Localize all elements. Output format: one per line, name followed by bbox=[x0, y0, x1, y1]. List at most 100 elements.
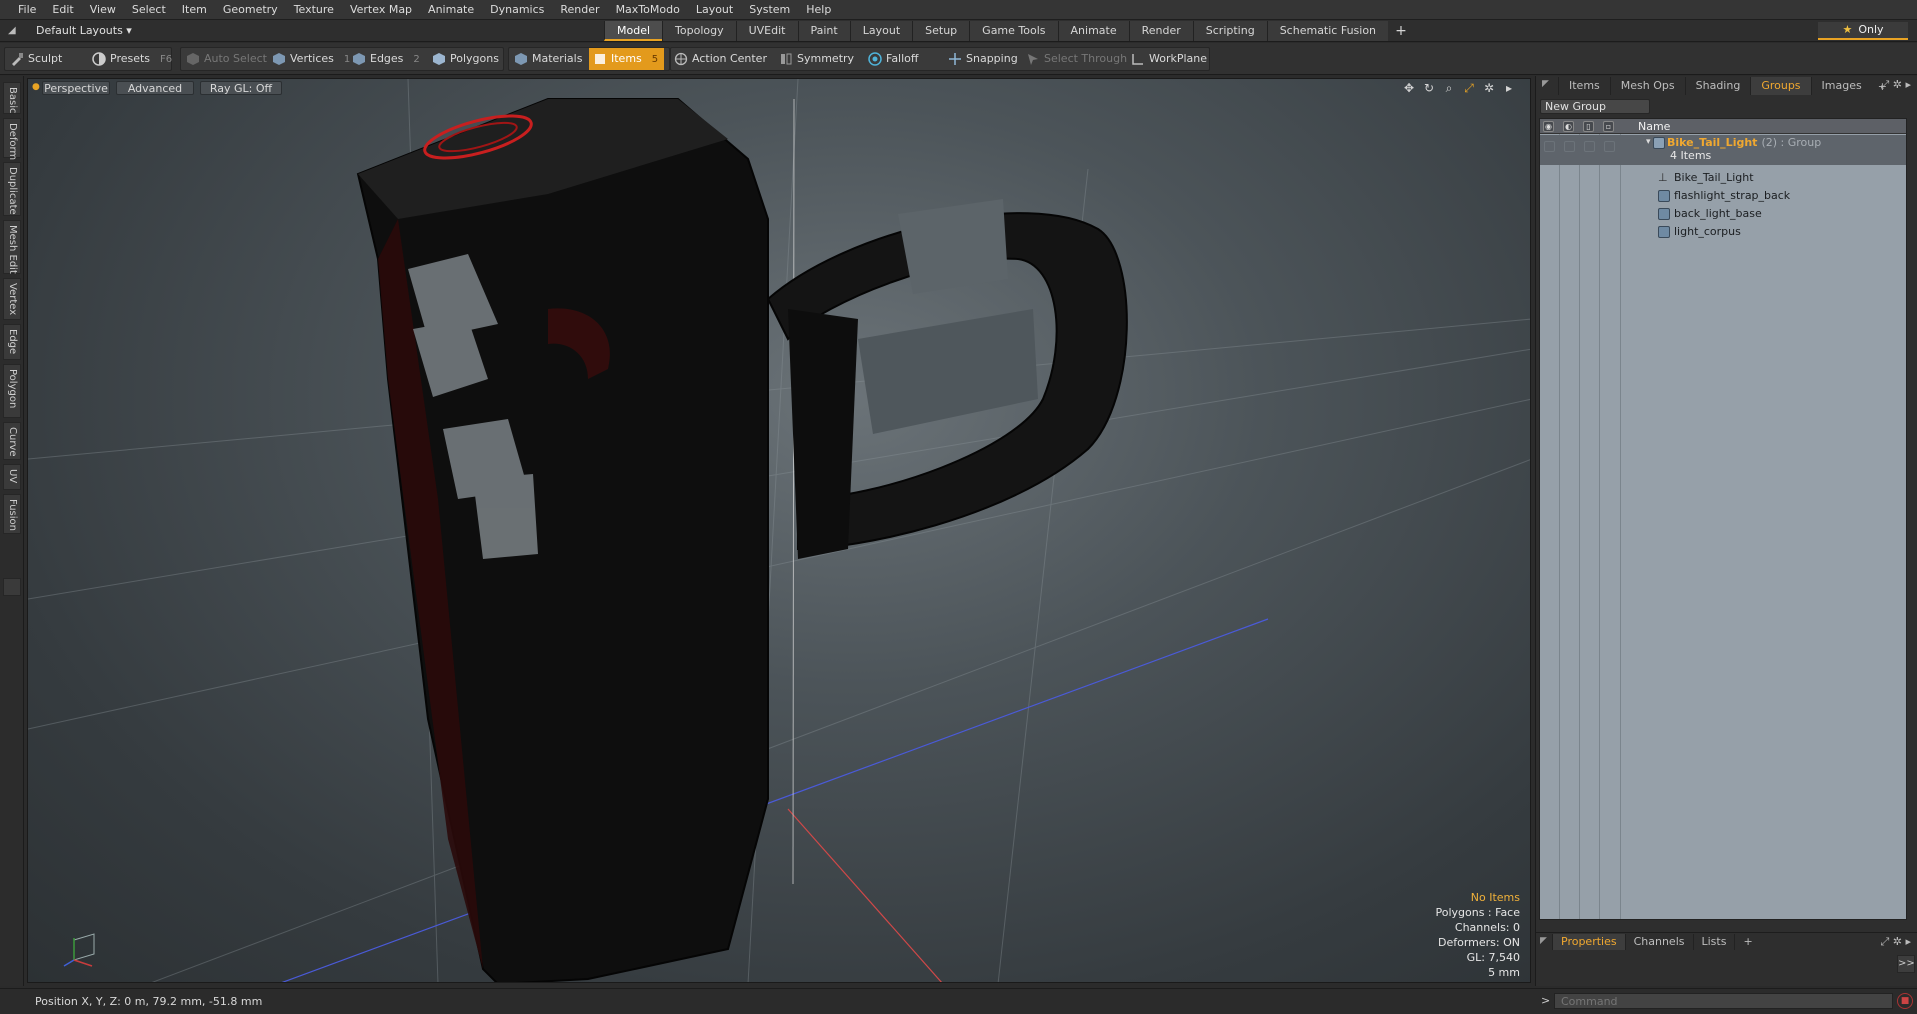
command-stop-icon[interactable]: ■ bbox=[1897, 993, 1913, 1009]
tab-schematic-fusion[interactable]: Schematic Fusion bbox=[1266, 21, 1389, 41]
left-tab-curve[interactable]: Curve bbox=[3, 422, 21, 460]
left-tab-mesh-edit[interactable]: Mesh Edit bbox=[3, 220, 21, 274]
panel-options-icon[interactable]: ⤢ ✲ ▸ bbox=[1880, 78, 1911, 92]
workplane-button[interactable]: WorkPlane bbox=[1127, 48, 1207, 70]
menu-texture[interactable]: Texture bbox=[286, 0, 342, 20]
tab-lists[interactable]: Lists bbox=[1692, 933, 1735, 950]
snapping-button[interactable]: Snapping bbox=[944, 48, 1018, 70]
polygons-button[interactable]: Polygons bbox=[428, 48, 499, 70]
tab-layout[interactable]: Layout bbox=[849, 21, 913, 41]
view-mode-dropdown[interactable]: Perspective bbox=[42, 81, 110, 95]
items-button[interactable]: Items 5 bbox=[589, 48, 664, 70]
left-tab-vertex[interactable]: Vertex bbox=[3, 278, 21, 320]
left-palette-toggle[interactable] bbox=[3, 578, 21, 596]
render-column-icon[interactable]: ◐ bbox=[1563, 121, 1574, 132]
left-tab-basic[interactable]: Basic bbox=[3, 82, 21, 114]
new-group-button[interactable]: New Group bbox=[1540, 99, 1650, 114]
command-input[interactable] bbox=[1554, 993, 1893, 1009]
menu-animate[interactable]: Animate bbox=[420, 0, 482, 20]
tab-channels[interactable]: Channels bbox=[1624, 933, 1693, 950]
only-toggle[interactable]: ★ Only bbox=[1818, 22, 1908, 40]
tab-model[interactable]: Model bbox=[604, 21, 663, 41]
menu-layout[interactable]: Layout bbox=[688, 0, 741, 20]
tab-topology[interactable]: Topology bbox=[662, 21, 736, 41]
add-properties-tab-button[interactable]: + bbox=[1734, 933, 1760, 950]
add-tab-button[interactable]: + bbox=[1388, 21, 1414, 41]
rotate-icon[interactable]: ↻ bbox=[1422, 81, 1436, 95]
position-readout: Position X, Y, Z: 0 m, 79.2 mm, -51.8 mm bbox=[35, 995, 263, 1008]
left-tab-deform[interactable]: Deform bbox=[3, 118, 21, 160]
menu-maxtomodo[interactable]: MaxToModo bbox=[608, 0, 688, 20]
layout-menu-icon[interactable]: ◢ bbox=[8, 25, 20, 37]
properties-menu-icon[interactable]: ◤ bbox=[1540, 936, 1547, 946]
tab-render[interactable]: Render bbox=[1128, 21, 1193, 41]
group-visibility-toggle[interactable] bbox=[1544, 141, 1555, 152]
tab-paint[interactable]: Paint bbox=[797, 21, 850, 41]
tree-row-locator[interactable]: ⊥ Bike_Tail_Light bbox=[1540, 169, 1906, 187]
zoom-icon[interactable]: ⌕ bbox=[1442, 81, 1456, 95]
symmetry-button[interactable]: Symmetry bbox=[775, 48, 854, 70]
tab-mesh-ops[interactable]: Mesh Ops bbox=[1609, 77, 1685, 95]
group-lock-toggle[interactable] bbox=[1584, 141, 1595, 152]
shading-mode-dropdown[interactable]: Advanced bbox=[116, 81, 194, 95]
tree-row-mesh[interactable]: back_light_base bbox=[1540, 205, 1906, 223]
group-row-bike-tail-light[interactable]: ▾ Bike_Tail_Light (2) : Group 4 Items bbox=[1540, 135, 1906, 165]
tree-row-mesh[interactable]: light_corpus bbox=[1540, 223, 1906, 241]
menu-system[interactable]: System bbox=[741, 0, 798, 20]
viewport-expand-icon[interactable]: ▸ bbox=[1502, 81, 1516, 95]
menu-vertex-map[interactable]: Vertex Map bbox=[342, 0, 420, 20]
select-through-button[interactable]: Select Through bbox=[1022, 48, 1127, 70]
name-column-header[interactable]: Name bbox=[1638, 120, 1670, 133]
left-tab-fusion[interactable]: Fusion bbox=[3, 494, 21, 534]
left-tab-polygon[interactable]: Polygon bbox=[3, 364, 21, 418]
menu-edit[interactable]: Edit bbox=[44, 0, 81, 20]
tab-properties[interactable]: Properties bbox=[1552, 933, 1625, 950]
materials-button[interactable]: Materials bbox=[510, 48, 582, 70]
auto-select-button[interactable]: Auto Select bbox=[182, 48, 267, 70]
lock-column-icon[interactable]: ▯ bbox=[1583, 121, 1594, 132]
group-select-toggle[interactable] bbox=[1604, 141, 1615, 152]
vertices-button[interactable]: Vertices 1 bbox=[268, 48, 350, 70]
tab-shading[interactable]: Shading bbox=[1684, 77, 1751, 95]
menu-select[interactable]: Select bbox=[124, 0, 174, 20]
layout-selector[interactable]: Default Layouts ▾ bbox=[36, 23, 132, 39]
tab-uvedit[interactable]: UVEdit bbox=[735, 21, 798, 41]
tab-setup[interactable]: Setup bbox=[912, 21, 970, 41]
group-render-toggle[interactable] bbox=[1564, 141, 1575, 152]
presets-button[interactable]: Presets F6 bbox=[88, 48, 172, 70]
tab-items[interactable]: Items bbox=[1558, 77, 1610, 95]
tab-game-tools[interactable]: Game Tools bbox=[969, 21, 1058, 41]
select-column-icon[interactable]: ▫ bbox=[1603, 121, 1614, 132]
sculpt-button[interactable]: Sculpt bbox=[6, 48, 62, 70]
properties-options-icon[interactable]: ⤢ ✲ ▸ bbox=[1880, 935, 1911, 949]
tree-row-mesh[interactable]: flashlight_strap_back bbox=[1540, 187, 1906, 205]
menu-dynamics[interactable]: Dynamics bbox=[482, 0, 552, 20]
left-tab-uv[interactable]: UV bbox=[3, 464, 21, 490]
left-tab-duplicate[interactable]: Duplicate bbox=[3, 162, 21, 216]
expand-properties-button[interactable]: >> bbox=[1897, 955, 1915, 973]
viewport-menu-icon[interactable]: ● bbox=[32, 82, 40, 92]
menu-view[interactable]: View bbox=[82, 0, 124, 20]
panel-menu-icon[interactable]: ◤ bbox=[1542, 79, 1549, 89]
fit-view-icon[interactable]: ⤢ bbox=[1462, 81, 1476, 95]
edges-button[interactable]: Edges 2 bbox=[348, 48, 420, 70]
left-tab-edge[interactable]: Edge bbox=[3, 324, 21, 360]
snapping-icon bbox=[949, 53, 961, 65]
tab-scripting[interactable]: Scripting bbox=[1192, 21, 1267, 41]
menu-item[interactable]: Item bbox=[174, 0, 215, 20]
menu-file[interactable]: File bbox=[10, 0, 44, 20]
action-center-button[interactable]: Action Center bbox=[670, 48, 767, 70]
viewport-settings-icon[interactable]: ✲ bbox=[1482, 81, 1496, 95]
tab-images[interactable]: Images bbox=[1810, 77, 1872, 95]
menu-help[interactable]: Help bbox=[798, 0, 839, 20]
raygl-toggle[interactable]: Ray GL: Off bbox=[200, 81, 282, 95]
menu-geometry[interactable]: Geometry bbox=[215, 0, 286, 20]
group-expand-icon[interactable]: ▾ bbox=[1646, 137, 1651, 147]
3d-viewport[interactable]: ● Perspective Advanced Ray GL: Off ✥ ↻ ⌕… bbox=[27, 78, 1531, 983]
pan-icon[interactable]: ✥ bbox=[1402, 81, 1416, 95]
tab-animate[interactable]: Animate bbox=[1057, 21, 1129, 41]
visibility-column-icon[interactable]: ◉ bbox=[1543, 121, 1554, 132]
falloff-button[interactable]: Falloff bbox=[864, 48, 918, 70]
tab-groups[interactable]: Groups bbox=[1750, 77, 1811, 95]
menu-render[interactable]: Render bbox=[552, 0, 607, 20]
